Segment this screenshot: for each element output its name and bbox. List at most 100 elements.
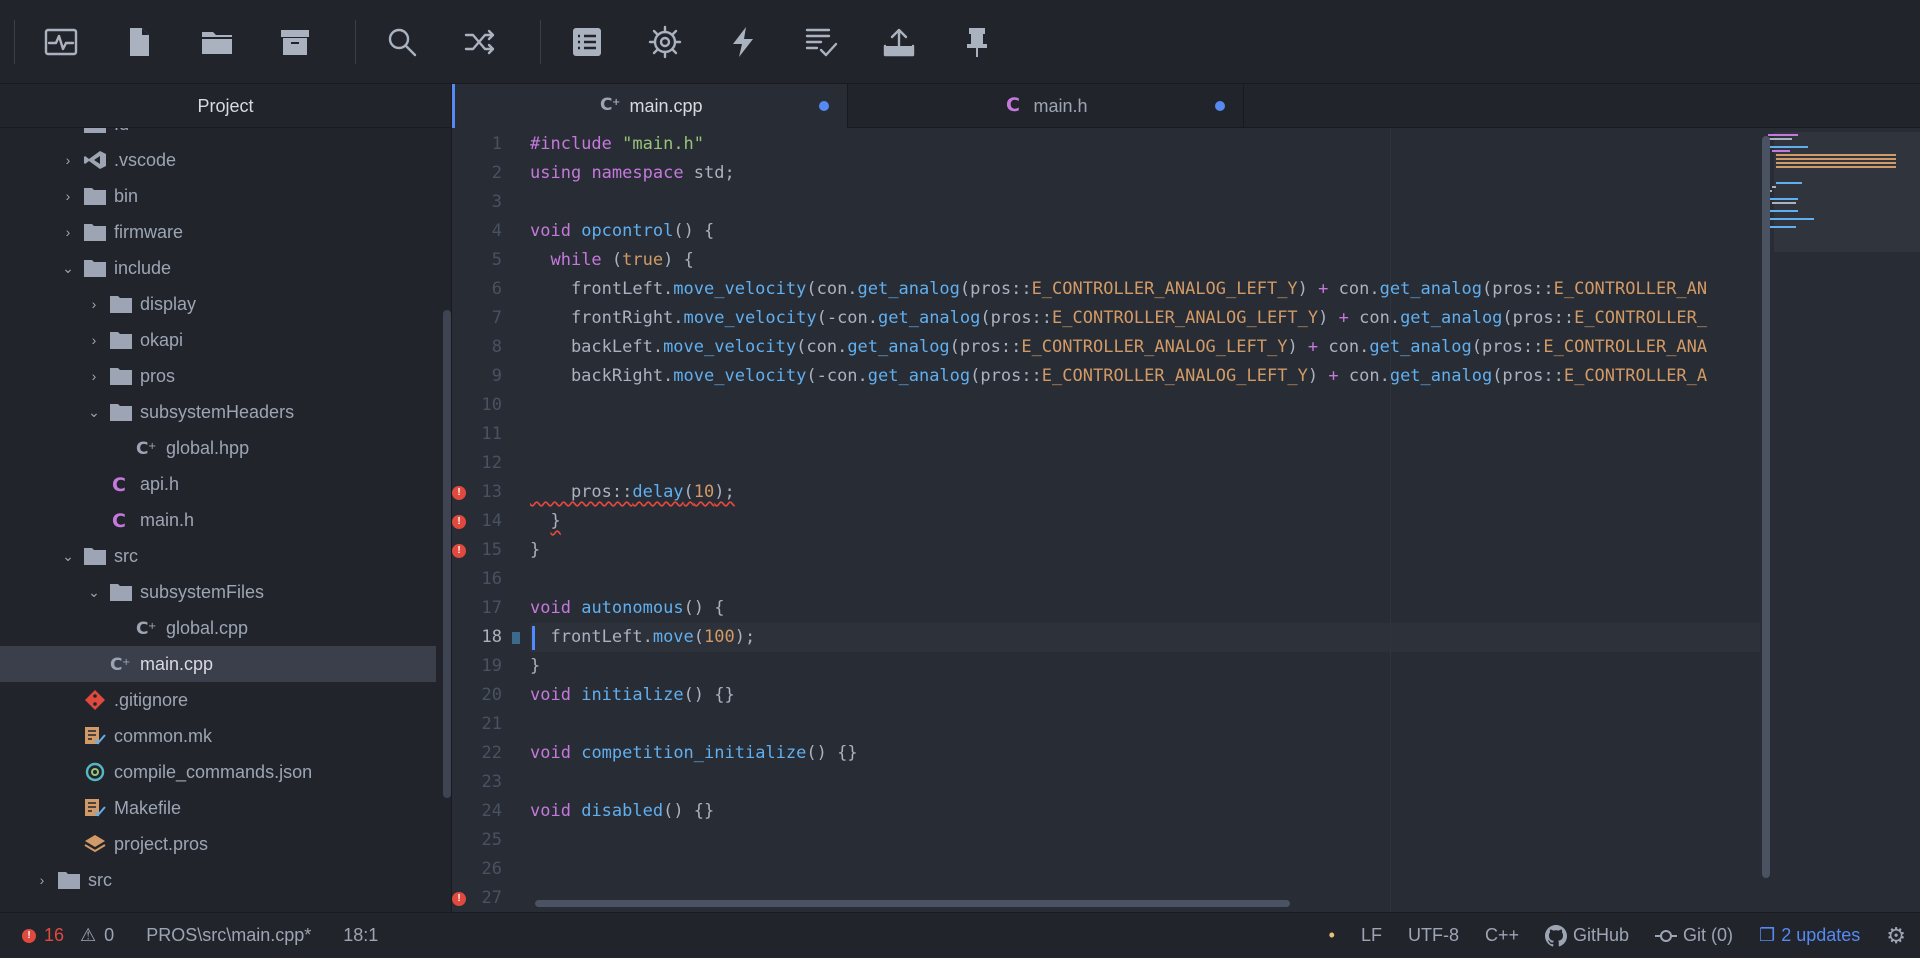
- line-number[interactable]: 3: [452, 188, 532, 217]
- code-line[interactable]: while (true) {: [530, 246, 693, 275]
- tree-item[interactable]: ⌄ include: [0, 250, 436, 286]
- line-number[interactable]: 19: [452, 652, 532, 681]
- code-area[interactable]: #include "main.h" using namespace std; voi…: [530, 128, 1760, 912]
- bookmark-icon[interactable]: [512, 632, 520, 644]
- tree-item[interactable]: common.mk: [0, 718, 436, 754]
- tree-item[interactable]: C + global.cpp: [0, 610, 436, 646]
- error-marker-icon[interactable]: !: [452, 544, 466, 558]
- search-icon[interactable]: [370, 10, 434, 74]
- chevron-right-icon[interactable]: ›: [32, 872, 52, 888]
- code-line[interactable]: void competition_initialize() {}: [530, 739, 858, 768]
- line-number[interactable]: 9: [452, 362, 532, 391]
- chevron-right-icon[interactable]: ›: [84, 368, 104, 384]
- archive-icon[interactable]: [263, 10, 327, 74]
- cursor-position[interactable]: 18:1: [343, 925, 378, 946]
- code-line[interactable]: using namespace std;: [530, 159, 735, 188]
- tree-item[interactable]: C + global.hpp: [0, 430, 436, 466]
- error-marker-icon[interactable]: !: [452, 486, 466, 500]
- warning-count[interactable]: ⚠ 0: [80, 925, 114, 946]
- lightning-icon[interactable]: [711, 10, 775, 74]
- chevron-down-icon[interactable]: ⌄: [84, 584, 104, 601]
- tree-item[interactable]: › .d: [0, 128, 436, 142]
- code-line[interactable]: void disabled() {}: [530, 797, 714, 826]
- line-number[interactable]: 1: [452, 130, 532, 159]
- tab-main-h[interactable]: Cmain.h: [848, 84, 1244, 128]
- github-button[interactable]: GitHub: [1545, 924, 1629, 947]
- tree-item[interactable]: C + main.cpp: [0, 646, 436, 682]
- tree-item[interactable]: › bin: [0, 178, 436, 214]
- error-marker-icon[interactable]: !: [452, 515, 466, 529]
- code-line[interactable]: frontLeft.move(100);: [530, 623, 755, 652]
- minimap[interactable]: [1762, 128, 1920, 912]
- tree-item[interactable]: › pros: [0, 358, 436, 394]
- line-number[interactable]: 21: [452, 710, 532, 739]
- settings-gear-icon[interactable]: ⚙: [1886, 923, 1906, 949]
- chevron-right-icon[interactable]: ›: [84, 296, 104, 312]
- editor-vertical-scrollbar[interactable]: [1762, 136, 1770, 878]
- chevron-right-icon[interactable]: ›: [58, 152, 78, 168]
- code-line[interactable]: backLeft.move_velocity(con.get_analog(pr…: [530, 333, 1707, 362]
- tree-item[interactable]: .gitignore: [0, 682, 436, 718]
- tree-item[interactable]: › .vscode: [0, 142, 436, 178]
- line-number[interactable]: 25: [452, 826, 532, 855]
- line-number[interactable]: 23: [452, 768, 532, 797]
- code-line[interactable]: pros::delay(10);: [530, 478, 735, 507]
- line-number[interactable]: 2: [452, 159, 532, 188]
- pulse-icon[interactable]: [29, 10, 93, 74]
- chevron-right-icon[interactable]: ›: [84, 332, 104, 348]
- editor-horizontal-scrollbar[interactable]: [535, 900, 1290, 907]
- code-line[interactable]: }: [530, 507, 560, 536]
- line-number[interactable]: 6: [452, 275, 532, 304]
- modified-indicator-icon[interactable]: [819, 101, 829, 111]
- folder-icon[interactable]: [185, 10, 249, 74]
- line-number[interactable]: 22: [452, 739, 532, 768]
- pin-icon[interactable]: [945, 10, 1009, 74]
- tree-item[interactable]: › src: [0, 862, 436, 898]
- tab-main-cpp[interactable]: C + main.cpp: [452, 84, 848, 128]
- sidebar-scrollbar[interactable]: [443, 310, 451, 798]
- tree-item[interactable]: Capi.h: [0, 466, 436, 502]
- updates-button[interactable]: ❒ 2 updates: [1759, 925, 1860, 946]
- line-number[interactable]: 11: [452, 420, 532, 449]
- line-number[interactable]: 4: [452, 217, 532, 246]
- line-number[interactable]: 5: [452, 246, 532, 275]
- encoding[interactable]: UTF-8: [1408, 925, 1459, 946]
- tree-item[interactable]: ⌄ src: [0, 538, 436, 574]
- code-line[interactable]: }: [530, 652, 540, 681]
- tree-item[interactable]: › display: [0, 286, 436, 322]
- checklist-icon[interactable]: [789, 10, 853, 74]
- tree-item[interactable]: ⌄ subsystemHeaders: [0, 394, 436, 430]
- line-number[interactable]: 10: [452, 391, 532, 420]
- code-line[interactable]: void initialize() {}: [530, 681, 735, 710]
- code-line[interactable]: void opcontrol() {: [530, 217, 714, 246]
- tree-item[interactable]: compile_commands.json: [0, 754, 436, 790]
- line-number[interactable]: 12: [452, 449, 532, 478]
- upload-icon[interactable]: [867, 10, 931, 74]
- shuffle-icon[interactable]: [448, 10, 512, 74]
- code-line[interactable]: }: [530, 536, 540, 565]
- chevron-right-icon[interactable]: ›: [58, 128, 78, 132]
- grammar[interactable]: C++: [1485, 925, 1519, 946]
- tree-item[interactable]: project.pros: [0, 826, 436, 862]
- gear-icon[interactable]: [633, 10, 697, 74]
- code-line[interactable]: frontLeft.move_velocity(con.get_analog(p…: [530, 275, 1707, 304]
- tree-item[interactable]: ⌄ subsystemFiles: [0, 574, 436, 610]
- tree-item[interactable]: Cmain.h: [0, 502, 436, 538]
- modified-indicator-icon[interactable]: [1215, 101, 1225, 111]
- code-editor[interactable]: 1 2 3 4 5 6 7 8 9 10 11 12 13! 14! 15! 16 17 18 19 20 21 22 23…: [452, 128, 1762, 912]
- line-number[interactable]: 8: [452, 333, 532, 362]
- minimap-viewport[interactable]: [1774, 132, 1920, 252]
- chevron-right-icon[interactable]: ›: [58, 188, 78, 204]
- error-count[interactable]: ! 16: [22, 925, 64, 946]
- file-path[interactable]: PROS\src\main.cpp*: [146, 925, 311, 946]
- code-line[interactable]: void autonomous() {: [530, 594, 725, 623]
- tree-item[interactable]: › firmware: [0, 214, 436, 250]
- chevron-down-icon[interactable]: ⌄: [58, 260, 78, 277]
- code-line[interactable]: #include "main.h": [530, 130, 704, 159]
- tree-item[interactable]: › okapi: [0, 322, 436, 358]
- tree-item[interactable]: Makefile: [0, 790, 436, 826]
- line-number[interactable]: 18: [452, 623, 532, 652]
- line-number[interactable]: 24: [452, 797, 532, 826]
- line-number[interactable]: 16: [452, 565, 532, 594]
- file-icon[interactable]: [107, 10, 171, 74]
